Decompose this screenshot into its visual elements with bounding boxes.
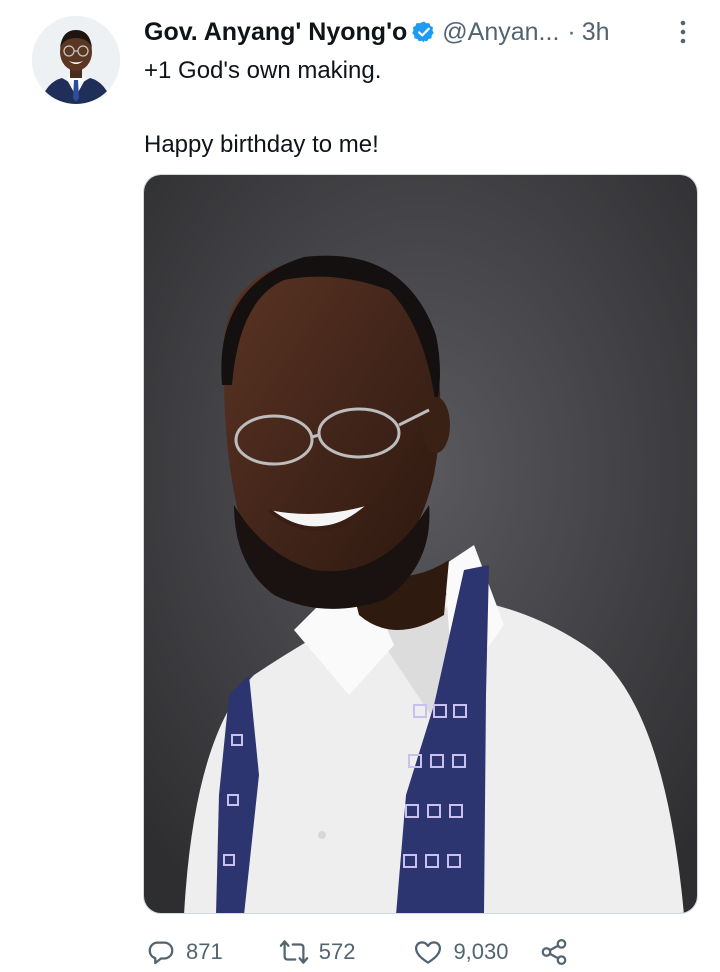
author-handle[interactable]: @Anyan...	[442, 18, 559, 47]
retweet-icon	[279, 940, 308, 964]
tweet-text-line-1: +1 God's own making.	[144, 57, 382, 84]
like-button[interactable]: 9,030	[413, 937, 509, 967]
separator-dot: ·	[567, 17, 576, 46]
author-name[interactable]: Gov. Anyang' Nyong'o	[144, 18, 407, 47]
reply-count: 871	[186, 939, 223, 964]
reply-button[interactable]: 871	[146, 937, 223, 967]
like-icon	[415, 941, 442, 964]
share-icon	[541, 939, 566, 965]
tweet-photo[interactable]	[143, 174, 698, 914]
reply-icon	[148, 941, 174, 965]
verified-badge-icon	[412, 21, 434, 43]
share-button[interactable]	[539, 937, 569, 967]
tweet-text-line-2: Happy birthday to me!	[144, 131, 379, 158]
like-count: 9,030	[453, 939, 509, 964]
tweet-header: Gov. Anyang' Nyong'o @Anyan... · 3h	[144, 14, 696, 50]
more-options-icon[interactable]	[678, 18, 688, 46]
avatar[interactable]	[32, 16, 120, 104]
tweet-actions: 871 572 9,030	[146, 932, 569, 972]
retweet-button[interactable]: 572	[279, 937, 356, 967]
retweet-count: 572	[318, 939, 356, 964]
timestamp[interactable]: 3h	[582, 18, 610, 47]
